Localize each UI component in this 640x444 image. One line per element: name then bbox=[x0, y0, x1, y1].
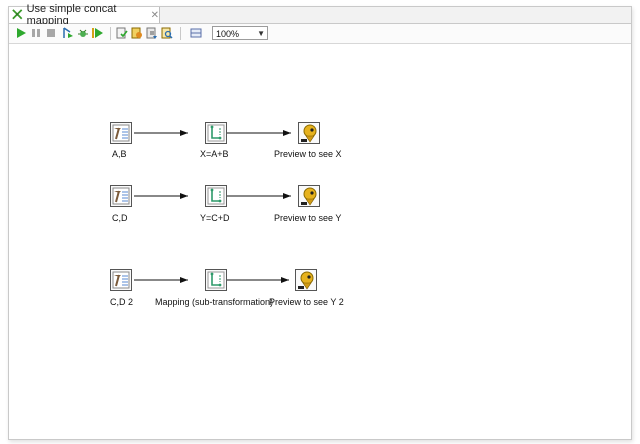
step-c-d[interactable] bbox=[110, 185, 132, 207]
dummy-icon bbox=[298, 122, 320, 144]
step-label: Preview to see Y 2 bbox=[269, 297, 344, 307]
tab-bar: Use simple concat mapping ✕ bbox=[9, 3, 631, 27]
close-icon[interactable]: ✕ bbox=[151, 10, 159, 20]
step-label: Y=C+D bbox=[200, 213, 230, 223]
zoom-value: 100% bbox=[216, 29, 240, 39]
data-grid-icon bbox=[110, 122, 132, 144]
grid-icon[interactable] bbox=[190, 27, 202, 39]
preview-icon[interactable] bbox=[62, 27, 74, 39]
step-preview-y-2[interactable] bbox=[295, 269, 317, 291]
impact-icon[interactable] bbox=[131, 27, 143, 39]
step-mapping-sub-transformation[interactable] bbox=[205, 269, 227, 291]
data-grid-icon bbox=[110, 269, 132, 291]
step-label: Preview to see X bbox=[274, 149, 342, 159]
toolbar-separator bbox=[110, 27, 111, 40]
step-c-d-2[interactable] bbox=[110, 269, 132, 291]
data-grid-icon bbox=[110, 185, 132, 207]
step-label: C,D bbox=[112, 213, 128, 223]
hops-layer bbox=[134, 130, 291, 283]
debug-icon[interactable] bbox=[77, 27, 89, 39]
transformation-icon bbox=[12, 9, 23, 21]
toolbar-separator bbox=[180, 27, 181, 40]
step-label: C,D 2 bbox=[110, 297, 134, 307]
transformation-editor: Use simple concat mapping ✕ 100% ▼ A,B X… bbox=[8, 3, 632, 440]
verify-icon[interactable] bbox=[116, 27, 128, 39]
mapping-icon bbox=[205, 269, 227, 291]
pause-icon[interactable] bbox=[30, 27, 42, 39]
step-label: A,B bbox=[112, 149, 127, 159]
chevron-down-icon: ▼ bbox=[257, 29, 265, 38]
mapping-icon bbox=[205, 185, 227, 207]
step-preview-x[interactable] bbox=[298, 122, 320, 144]
run-icon[interactable] bbox=[15, 27, 27, 39]
step-label: Preview to see Y bbox=[274, 213, 342, 223]
dummy-icon bbox=[298, 185, 320, 207]
replay-icon[interactable] bbox=[92, 27, 104, 39]
stop-icon[interactable] bbox=[45, 27, 57, 39]
tab-use-simple-concat-mapping[interactable]: Use simple concat mapping ✕ bbox=[9, 3, 160, 27]
mapping-icon bbox=[205, 122, 227, 144]
step-preview-y[interactable] bbox=[298, 185, 320, 207]
step-label: Mapping (sub-transformation) bbox=[155, 297, 274, 307]
step-x-a-b[interactable] bbox=[205, 122, 227, 144]
step-a-b[interactable] bbox=[110, 122, 132, 144]
step-label: X=A+B bbox=[200, 149, 229, 159]
canvas[interactable]: A,B X=A+B Preview to see X C,D Y=C+D Pre… bbox=[9, 44, 631, 439]
zoom-select[interactable]: 100% ▼ bbox=[212, 26, 268, 40]
sql-icon[interactable] bbox=[146, 27, 158, 39]
step-y-c-d[interactable] bbox=[205, 185, 227, 207]
explore-db-icon[interactable] bbox=[161, 27, 173, 39]
dummy-icon bbox=[295, 269, 317, 291]
toolbar: 100% ▼ bbox=[9, 24, 631, 44]
